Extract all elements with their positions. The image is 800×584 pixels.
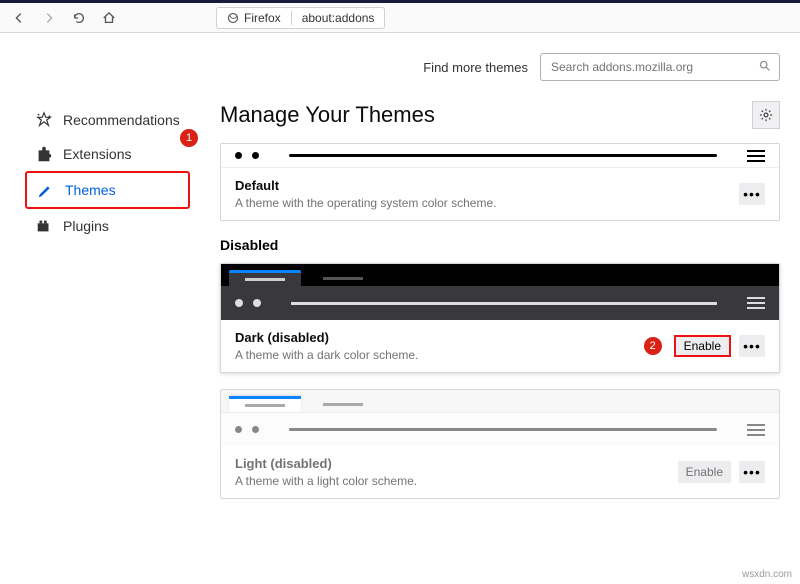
enable-button[interactable]: Enable: [678, 461, 731, 483]
hamburger-icon: [747, 297, 765, 309]
reload-button[interactable]: [66, 7, 92, 29]
sidebar-item-label: Extensions: [63, 146, 131, 162]
home-button[interactable]: [96, 7, 122, 29]
forward-button[interactable]: [36, 7, 62, 29]
browser-name: Firefox: [244, 11, 281, 25]
back-button[interactable]: [6, 7, 32, 29]
theme-title: Light (disabled): [235, 456, 678, 471]
sidebar-item-recommendations[interactable]: Recommendations: [25, 103, 190, 137]
search-icon: [758, 59, 771, 75]
theme-card-light: Light (disabled) A theme with a light co…: [220, 389, 780, 499]
theme-card-default: Default A theme with the operating syste…: [220, 143, 780, 221]
page-title: Manage Your Themes: [220, 102, 435, 128]
hamburger-icon: [747, 424, 765, 436]
annotation-badge-1: 1: [180, 129, 198, 147]
find-more-link[interactable]: Find more themes: [423, 60, 528, 75]
url-bar[interactable]: Firefox about:addons: [216, 7, 385, 29]
url-text: about:addons: [292, 11, 385, 25]
theme-title: Dark (disabled): [235, 330, 644, 345]
theme-preview: [221, 144, 779, 168]
sidebar-item-label: Plugins: [63, 218, 109, 234]
theme-card-dark: Dark (disabled) A theme with a dark colo…: [220, 263, 780, 373]
annotation-badge-2: 2: [644, 337, 662, 355]
more-button[interactable]: •••: [739, 461, 765, 483]
watermark: wsxdn.com: [742, 569, 792, 580]
sidebar-item-label: Recommendations: [63, 112, 180, 128]
theme-title: Default: [235, 178, 739, 193]
brush-icon: [37, 181, 55, 199]
sidebar-item-plugins[interactable]: Plugins: [25, 209, 190, 243]
sidebar-item-themes[interactable]: Themes: [25, 171, 190, 209]
theme-preview-light: [221, 390, 779, 446]
theme-desc: A theme with the operating system color …: [235, 196, 739, 210]
sidebar-item-label: Themes: [65, 182, 116, 198]
theme-preview-dark: [221, 264, 779, 320]
browser-toolbar: Firefox about:addons: [0, 3, 800, 33]
search-input[interactable]: Search addons.mozilla.org: [540, 53, 780, 81]
settings-button[interactable]: [752, 101, 780, 129]
section-disabled: Disabled: [220, 237, 780, 253]
theme-desc: A theme with a light color scheme.: [235, 474, 678, 488]
hamburger-icon: [747, 150, 765, 162]
more-button[interactable]: •••: [739, 335, 765, 357]
theme-desc: A theme with a dark color scheme.: [235, 348, 644, 362]
plugin-icon: [35, 217, 53, 235]
main-panel: Find more themes Search addons.mozilla.o…: [190, 33, 800, 584]
sidebar: Recommendations Extensions 1 Themes Plug…: [25, 33, 190, 584]
more-button[interactable]: •••: [739, 183, 765, 205]
gear-icon: [759, 108, 773, 122]
puzzle-icon: [35, 145, 53, 163]
firefox-icon: [227, 12, 239, 24]
sidebar-item-extensions[interactable]: Extensions 1: [25, 137, 190, 171]
enable-button[interactable]: Enable: [674, 335, 731, 357]
search-placeholder: Search addons.mozilla.org: [551, 60, 693, 74]
star-icon: [35, 111, 53, 129]
